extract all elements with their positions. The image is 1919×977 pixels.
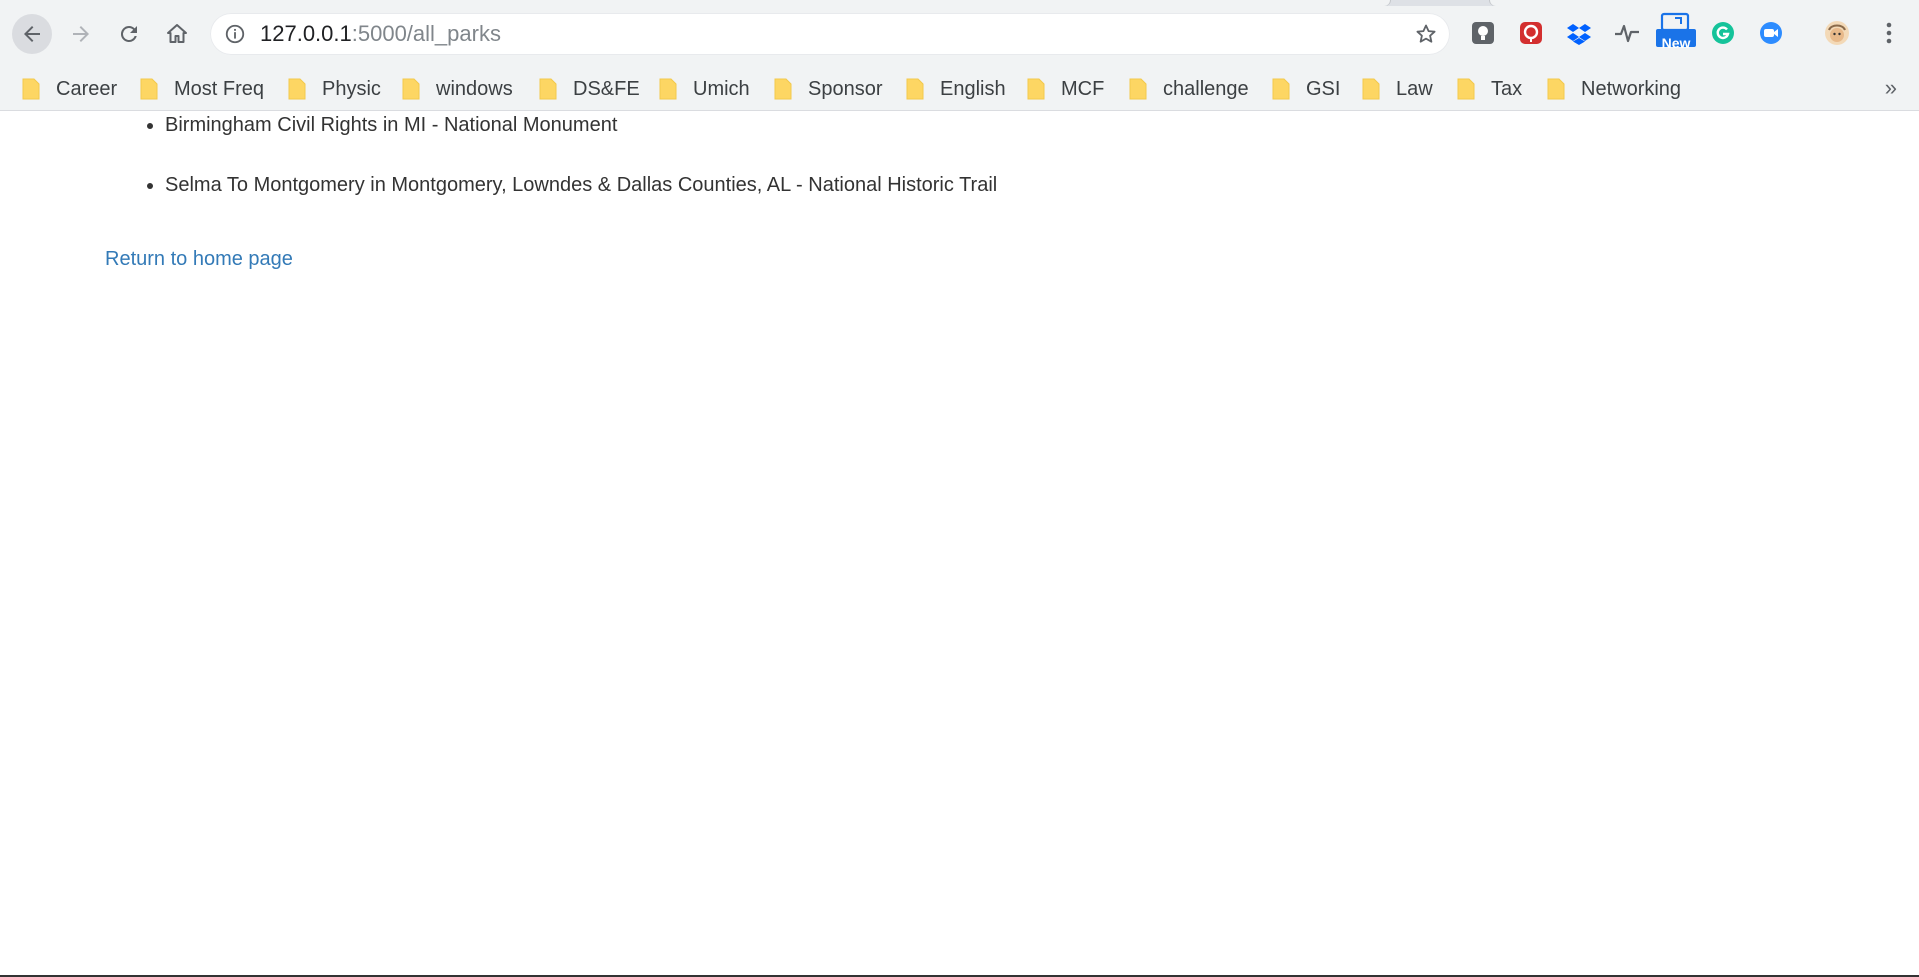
bookmark-career[interactable]: Career <box>22 68 117 110</box>
bookmark-label: Physic <box>322 77 381 100</box>
grammarly-icon[interactable] <box>1710 20 1736 46</box>
home-icon <box>167 24 187 43</box>
new-badge-label: New <box>1661 35 1691 51</box>
folder-icon <box>1457 78 1475 100</box>
folder-icon <box>1027 78 1045 100</box>
bookmark-star-icon[interactable] <box>1414 22 1438 46</box>
pulse-icon[interactable] <box>1614 20 1640 46</box>
reload-icon <box>120 25 137 42</box>
url-text[interactable]: 127.0.0.1:5000/all_parks <box>260 13 501 55</box>
lightbulb-extension-icon[interactable] <box>1470 20 1496 46</box>
red-extension-icon[interactable] <box>1518 20 1544 46</box>
bookmark-label: Sponsor <box>808 77 883 100</box>
inactive-tab[interactable] <box>1490 0 1919 6</box>
park-name: Birmingham Civil Rights in MI - National… <box>165 114 618 136</box>
bookmarks-bar: Career Most Freq Physic windows DS&FE Um… <box>0 68 1919 111</box>
folder-icon <box>1272 78 1290 100</box>
bookmark-label: Networking <box>1581 77 1682 100</box>
folder-icon <box>1362 78 1380 100</box>
folder-icon <box>1129 78 1147 100</box>
bookmark-label: Career <box>56 77 118 100</box>
bookmark-label: windows <box>436 77 513 100</box>
address-bar[interactable]: 127.0.0.1:5000/all_parks <box>210 13 1450 55</box>
folder-icon <box>288 78 306 100</box>
parks-list: Birmingham Civil Rights in MI - National… <box>120 111 997 231</box>
bookmark-windows[interactable]: windows <box>402 68 513 110</box>
bookmark-law[interactable]: Law <box>1362 68 1433 110</box>
folder-icon <box>906 78 924 100</box>
bookmark-physic[interactable]: Physic <box>288 68 381 110</box>
bookmark-label: Law <box>1396 77 1433 100</box>
bookmark-challenge[interactable]: challenge <box>1129 68 1249 110</box>
new-badge-extension-icon[interactable]: New <box>1656 12 1696 51</box>
bookmark-english[interactable]: English <box>906 68 1006 110</box>
bookmark-mcf[interactable]: MCF <box>1027 68 1104 110</box>
url-path: :5000/all_parks <box>351 21 501 46</box>
forward-button[interactable] <box>61 14 101 54</box>
info-icon[interactable] <box>224 23 246 45</box>
bookmark-ds-fe[interactable]: DS&FE <box>539 68 640 110</box>
bookmark-label: Tax <box>1491 77 1523 100</box>
bookmark-networking[interactable]: Networking <box>1547 68 1681 110</box>
park-name: Selma To Montgomery in Montgomery, Lownd… <box>165 174 998 196</box>
folder-icon <box>402 78 420 100</box>
bookmark-label: Most Freq <box>174 77 265 100</box>
bookmark-most-freq[interactable]: Most Freq <box>140 68 264 110</box>
list-item: Birmingham Civil Rights in MI - National… <box>165 111 997 171</box>
folder-icon <box>140 78 158 100</box>
bookmark-label: English <box>940 77 1006 100</box>
folder-icon <box>22 78 40 100</box>
folder-icon <box>1547 78 1565 100</box>
bookmark-label: DS&FE <box>573 77 640 100</box>
return-home-link[interactable]: Return to home page <box>105 247 293 271</box>
profile-avatar[interactable] <box>1824 20 1850 46</box>
dropbox-icon[interactable] <box>1566 20 1592 46</box>
back-arrow-icon <box>24 26 40 42</box>
back-button[interactable] <box>12 14 52 54</box>
bookmark-umich[interactable]: Umich <box>659 68 750 110</box>
bookmark-gsi[interactable]: GSI <box>1272 68 1340 110</box>
url-host: 127.0.0.1 <box>260 21 352 46</box>
active-tab[interactable] <box>0 0 1390 6</box>
bookmark-label: Umich <box>693 77 750 100</box>
list-item: Selma To Montgomery in Montgomery, Lownd… <box>165 171 997 231</box>
folder-icon <box>539 78 557 100</box>
page-content: Birmingham Civil Rights in MI - National… <box>0 111 1919 977</box>
tab-strip <box>0 0 1919 6</box>
home-button[interactable] <box>157 14 197 54</box>
zoom-icon[interactable] <box>1758 20 1784 46</box>
folder-icon <box>659 78 677 100</box>
bookmark-label: MCF <box>1061 77 1105 100</box>
reload-button[interactable] <box>109 14 149 54</box>
bookmarks-overflow-chevron-icon[interactable]: » <box>1885 68 1897 110</box>
bookmark-tax[interactable]: Tax <box>1457 68 1522 110</box>
bookmark-label: challenge <box>1163 77 1249 100</box>
forward-arrow-icon <box>73 26 89 42</box>
folder-icon <box>774 78 792 100</box>
bookmark-label: GSI <box>1306 77 1341 100</box>
bookmark-sponsor[interactable]: Sponsor <box>774 68 883 110</box>
browser-toolbar: 127.0.0.1:5000/all_parks New <box>0 0 1919 68</box>
menu-kebab-icon[interactable] <box>1876 20 1902 46</box>
